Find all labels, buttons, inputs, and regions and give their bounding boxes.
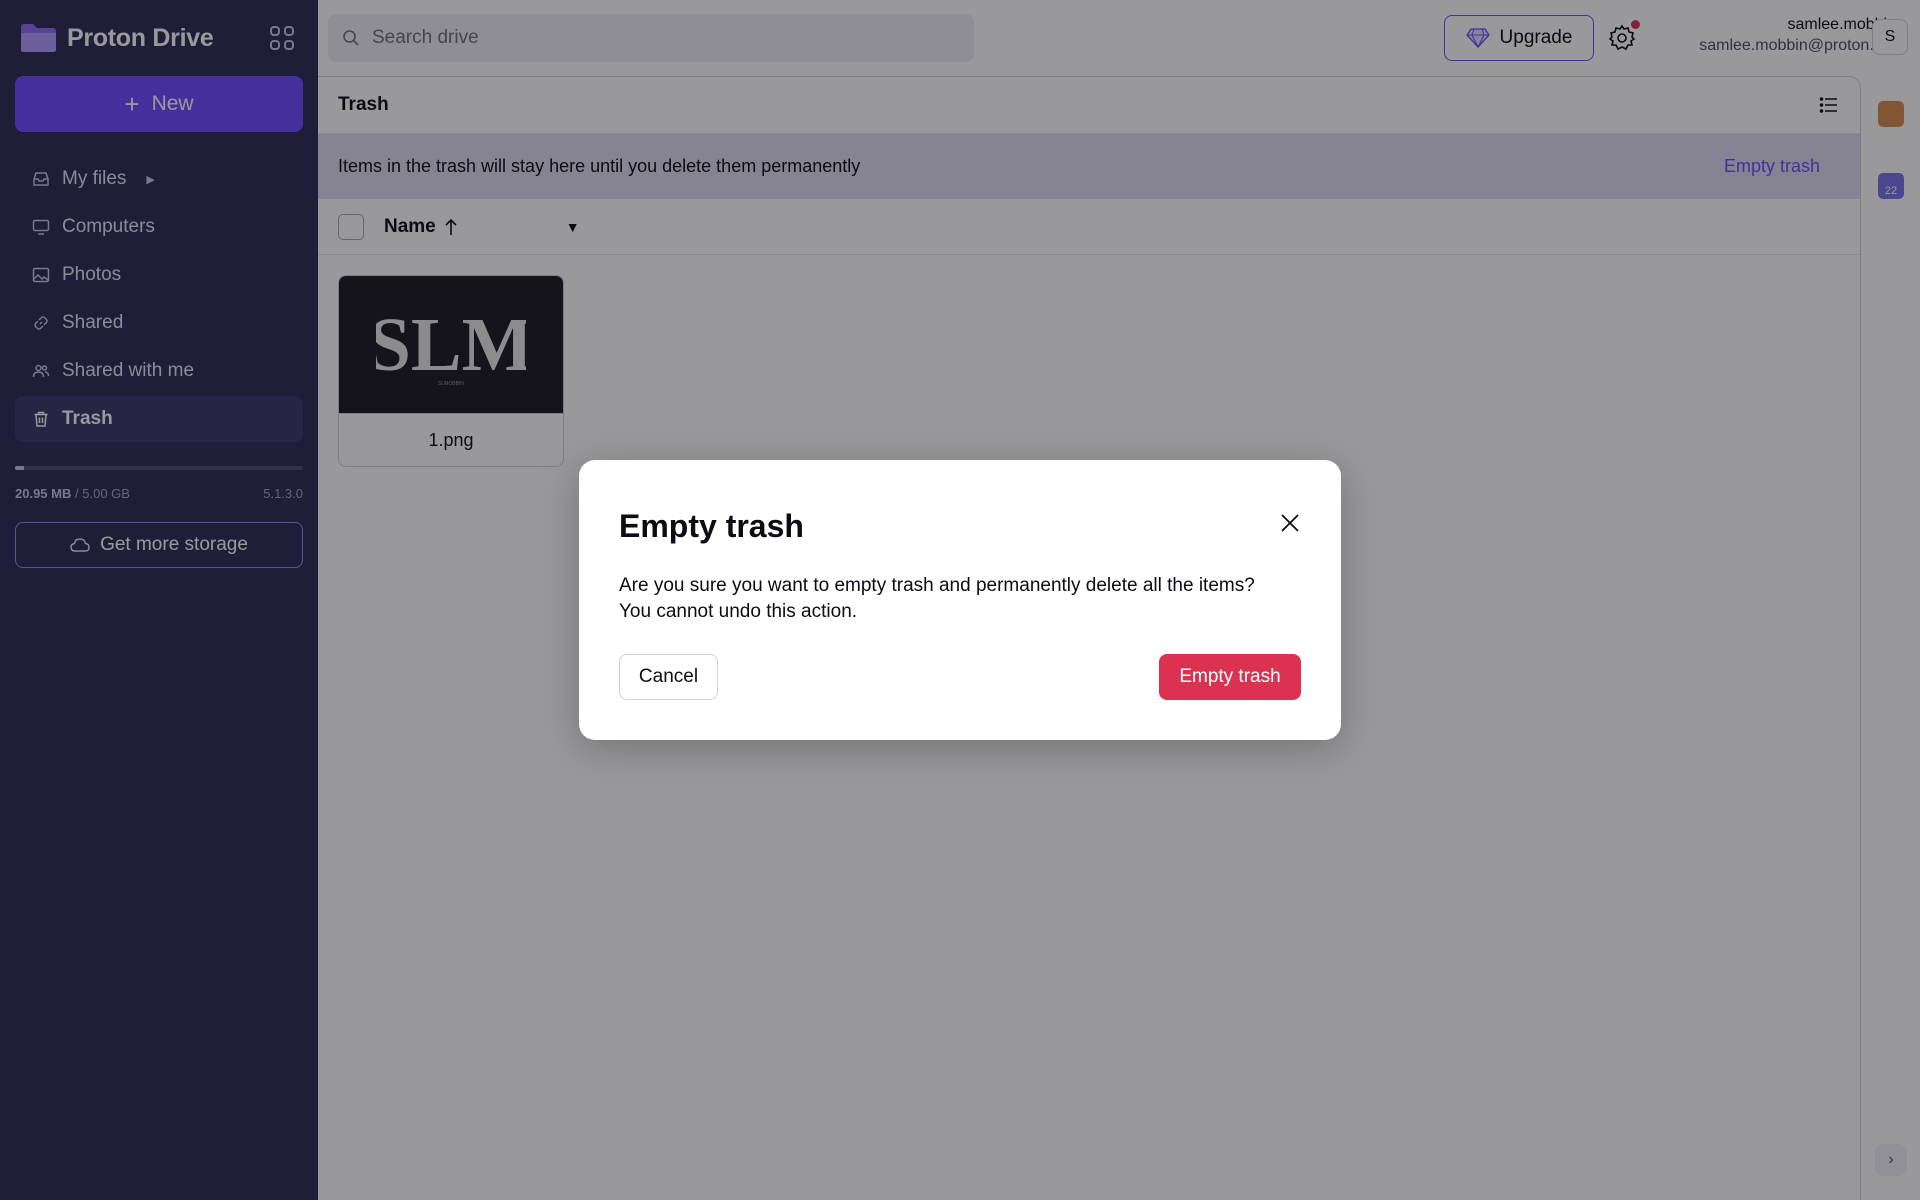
- modal-message-line-2: You cannot undo this action.: [619, 601, 858, 622]
- confirm-empty-trash-button[interactable]: Empty trash: [1159, 654, 1301, 700]
- modal-title: Empty trash: [619, 508, 804, 544]
- modal-message: Are you sure you want to empty trash and…: [619, 573, 1279, 625]
- modal-actions: Cancel Empty trash: [619, 654, 1301, 700]
- close-icon[interactable]: [1277, 510, 1303, 536]
- modal-message-line-1: Are you sure you want to empty trash and…: [619, 575, 1255, 596]
- cancel-button[interactable]: Cancel: [619, 654, 718, 700]
- empty-trash-dialog: Empty trash Are you sure you want to emp…: [579, 460, 1341, 740]
